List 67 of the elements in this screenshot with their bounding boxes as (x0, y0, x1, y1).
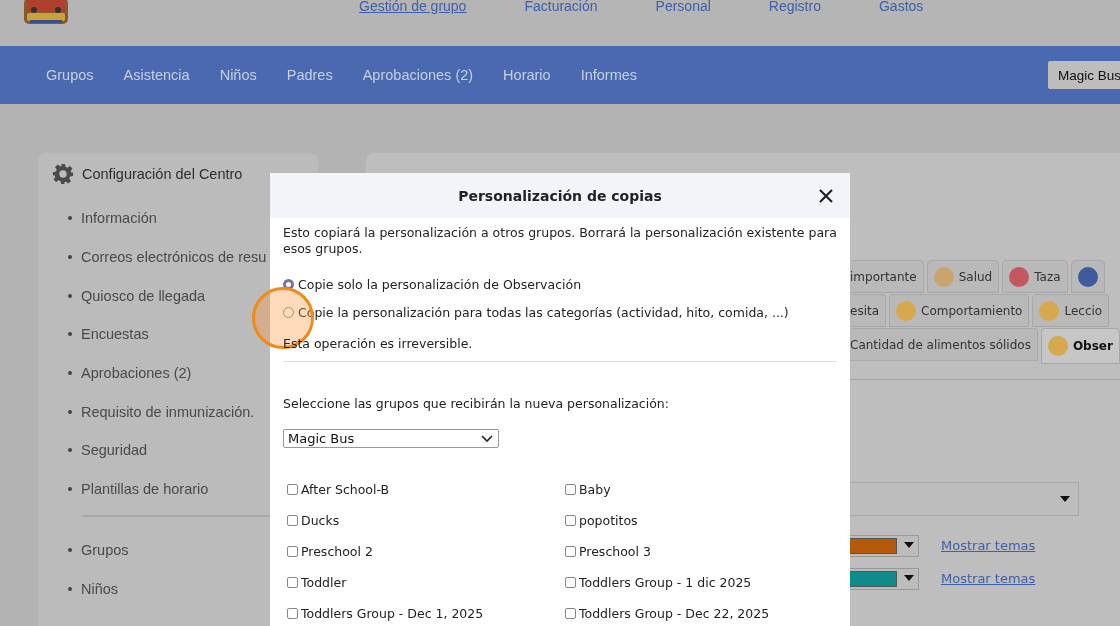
nav-item[interactable]: Grupos (46, 67, 94, 83)
checkbox-label: Toddlers Group - Dec 22, 2025 (579, 606, 770, 621)
category-tab[interactable]: importante (850, 260, 924, 293)
checkbox[interactable] (565, 515, 576, 526)
checkbox-label: Ducks (301, 513, 340, 528)
checkbox-label: Toddlers Group - Dec 1, 2025 (301, 606, 484, 621)
checkbox[interactable] (287, 577, 298, 588)
show-themes-link[interactable]: Mostrar temas (941, 538, 1036, 553)
checkbox-label: Toddler (301, 575, 347, 590)
category-tab[interactable]: Taza (1002, 260, 1068, 293)
category-tab[interactable]: Obser (1040, 328, 1120, 364)
radio-label: Copie solo la personalización de Observación (298, 277, 582, 292)
checkbox-label: popotitos (579, 513, 638, 528)
checkbox[interactable] (287, 515, 298, 526)
nav-item[interactable]: Padres (286, 67, 333, 83)
checkbox[interactable] (287, 484, 298, 495)
checkbox-label: After School-B (301, 482, 390, 497)
checkbox[interactable] (565, 484, 576, 495)
nav-item[interactable]: Niños (219, 67, 257, 83)
sidebar-item[interactable]: Correos electrónicos de resu (81, 249, 267, 266)
nav-item[interactable]: Informes (580, 67, 638, 83)
instruction-text: Seleccione las grupos que recibirán la nueva personalización: (283, 396, 670, 411)
sidebar-item[interactable]: Requisito de inmunización. (81, 403, 255, 420)
checkbox-label: Preschool 2 (301, 544, 373, 559)
sidebar-item[interactable]: Aprobaciones (2) (81, 365, 192, 382)
checkbox-label: Baby (579, 482, 611, 497)
color-dropdown[interactable] (850, 567, 919, 590)
checkbox-label: Preschool 3 (579, 544, 651, 559)
sidebar-item[interactable]: Plantillas de horario (81, 481, 209, 498)
checkbox-label: Toddlers Group - 1 dic 2025 (579, 575, 752, 590)
dialog-title: Personalización de copias (458, 187, 662, 204)
color-dropdown[interactable] (850, 534, 919, 557)
sidebar-title: Configuración del Centro (82, 166, 243, 182)
nav-item[interactable]: Horario (503, 67, 551, 83)
settings-icon (52, 163, 74, 185)
sidebar-item[interactable]: Grupos (81, 541, 129, 558)
show-themes-link[interactable]: Mostrar temas (941, 571, 1036, 586)
chevron-icon (481, 434, 493, 443)
header-link[interactable]: Gestión de grupo (359, 0, 467, 14)
category-tab[interactable]: Comportamiento (889, 294, 1030, 327)
header-link[interactable]: Registro (768, 0, 821, 14)
checkbox[interactable] (565, 546, 576, 557)
header-link[interactable]: Gastos (878, 0, 924, 14)
nav-item[interactable]: Asistencia (123, 67, 190, 83)
category-tab[interactable]: Leccio (1032, 294, 1110, 327)
close-icon[interactable] (818, 188, 834, 204)
account-button[interactable]: Magic Bus (1048, 61, 1120, 89)
checkbox[interactable] (287, 546, 298, 557)
sidebar-item[interactable]: Seguridad (81, 442, 148, 459)
checkbox[interactable] (287, 608, 298, 619)
sidebar-item[interactable]: Niños (81, 580, 119, 597)
category-tab[interactable]: Salud (926, 260, 1000, 293)
bus-logo-drawing (22, 0, 70, 26)
nav-item[interactable]: Aprobaciones (2) (362, 67, 474, 83)
center-select[interactable]: Magic Bus (283, 429, 499, 448)
category-tab[interactable]: esita (850, 294, 887, 327)
category-tab[interactable]: Cantidad de alimentos sólidos (850, 328, 1038, 361)
checkbox[interactable] (565, 608, 576, 619)
header-link[interactable]: Personal (655, 0, 711, 14)
sidebar-item[interactable]: Quiosco de llegada (81, 287, 206, 304)
description-text: Esto copiará la personalización a otros grupos. Borrará la personalización existente para esos grupos. (283, 225, 837, 257)
sidebar-item[interactable]: Información (81, 210, 157, 227)
category-tab[interactable] (1070, 260, 1105, 293)
checkbox[interactable] (565, 577, 576, 588)
radio-button[interactable] (283, 279, 294, 290)
header-link[interactable]: Facturación (524, 0, 598, 14)
sidebar-item[interactable]: Encuestas (81, 326, 149, 343)
